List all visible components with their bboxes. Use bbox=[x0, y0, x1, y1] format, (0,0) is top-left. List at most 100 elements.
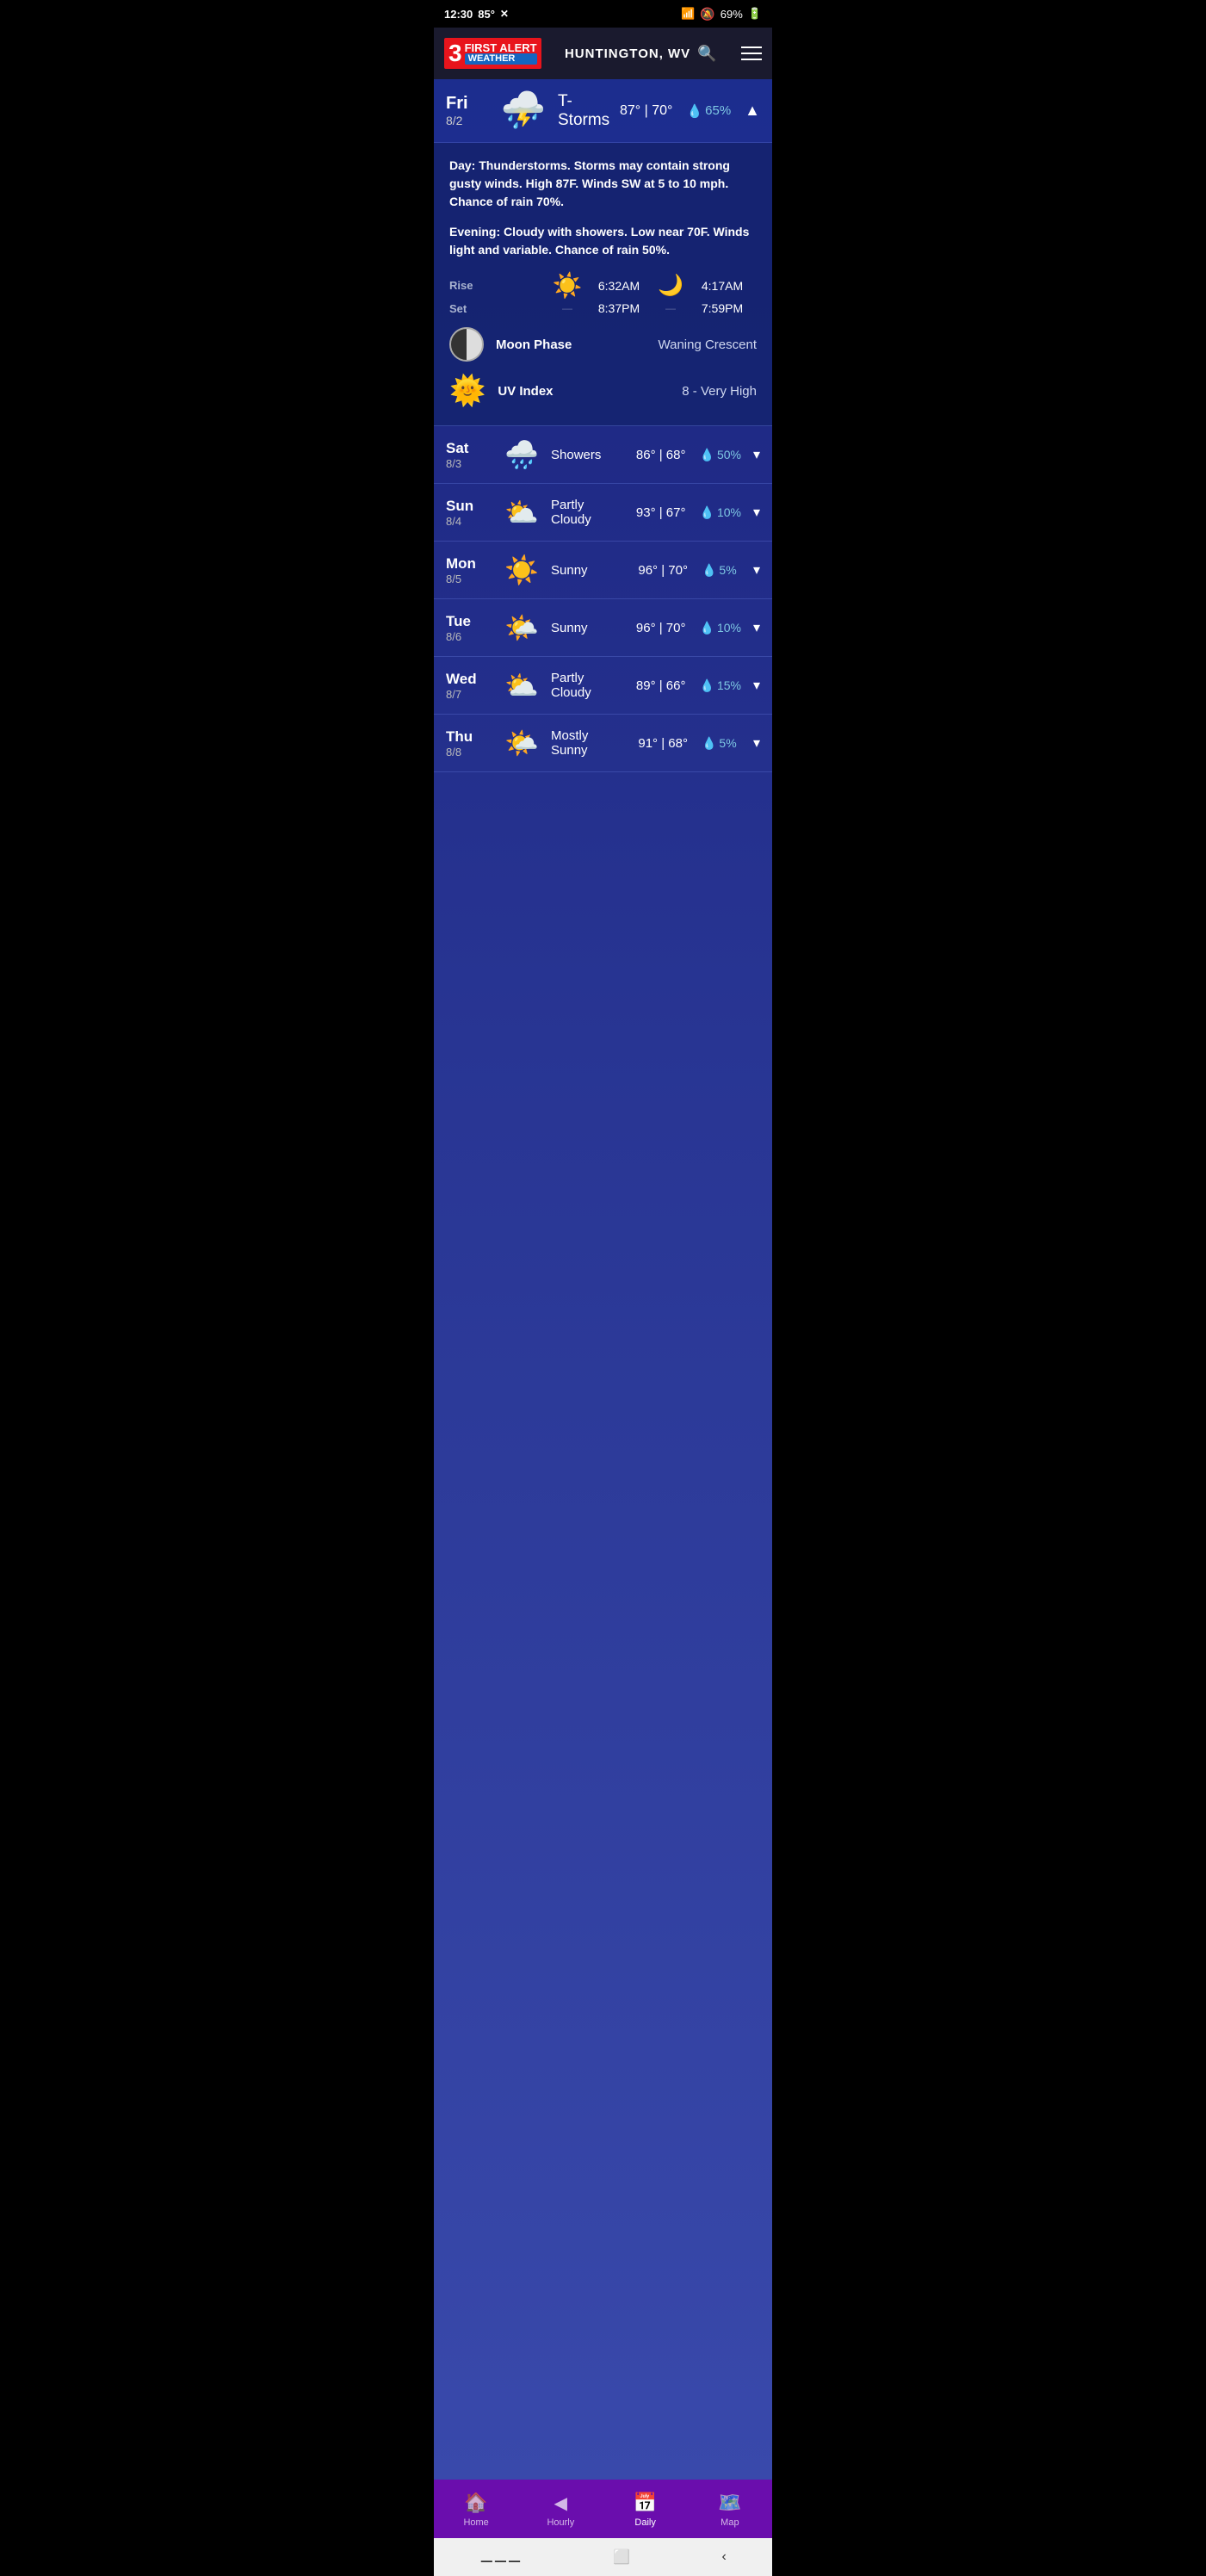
nav-daily[interactable]: 📅 Daily bbox=[620, 2492, 671, 2528]
uv-value: 8 - Very High bbox=[682, 384, 757, 399]
today-day-num: 8/2 bbox=[446, 114, 489, 127]
moon-phase-icon bbox=[449, 327, 484, 362]
fc-chevron-3[interactable]: ▾ bbox=[753, 619, 760, 636]
fc-day-name-3: Tue bbox=[446, 613, 492, 630]
search-icon[interactable]: 🔍 bbox=[697, 45, 717, 63]
fc-chevron-0[interactable]: ▾ bbox=[753, 446, 760, 463]
today-day-name: Fri bbox=[446, 94, 489, 114]
moon-phase-label: Moon Phase bbox=[496, 337, 646, 352]
fc-day-date-2: Mon 8/5 bbox=[446, 555, 492, 585]
drop-icon: 💧 bbox=[686, 103, 702, 119]
logo-text: FIRST ALERT WEATHER bbox=[465, 42, 537, 65]
moon-phase-row: Moon Phase Waning Crescent bbox=[449, 327, 757, 362]
hamburger-line-2 bbox=[741, 53, 762, 54]
fc-day-num-0: 8/3 bbox=[446, 457, 492, 470]
moon-icon: 🌙 bbox=[653, 273, 688, 298]
today-high: 87° bbox=[620, 103, 640, 118]
fc-day-num-2: 8/5 bbox=[446, 573, 492, 585]
fc-day-num-3: 8/6 bbox=[446, 630, 492, 643]
today-precip-pct: 65% bbox=[705, 103, 731, 118]
fc-day-num-5: 8/8 bbox=[446, 746, 492, 759]
forecast-row-1[interactable]: Sun 8/4 ⛅ Partly Cloudy 93° | 67° 💧 10% … bbox=[434, 484, 772, 542]
bottom-nav: 🏠 Home ◀ Hourly 📅 Daily 🗺️ Map bbox=[434, 2480, 772, 2538]
forecast-row-3[interactable]: Tue 8/6 🌤️ Sunny 96° | 70° 💧 10% ▾ bbox=[434, 599, 772, 657]
hamburger-line-3 bbox=[741, 59, 762, 60]
fc-icon-2: ☀️ bbox=[501, 554, 542, 586]
home-icon: 🏠 bbox=[464, 2492, 487, 2514]
today-precip: 💧 65% bbox=[686, 103, 731, 119]
android-home-icon[interactable]: ⬜ bbox=[613, 2548, 630, 2566]
fc-precip-pct-4: 15% bbox=[717, 678, 741, 692]
moonset-time: 7:59PM bbox=[688, 301, 757, 315]
main-content: Fri 8/2 ⛈️ T-Storms 87° | 70° 💧 65% ▲ Da… bbox=[434, 79, 772, 2480]
fc-precip-pct-2: 5% bbox=[719, 563, 736, 577]
android-nav-bar: ⚊⚊⚊ ⬜ ‹ bbox=[434, 2538, 772, 2576]
fc-day-date-0: Sat 8/3 bbox=[446, 440, 492, 470]
nav-hourly[interactable]: ◀ Hourly bbox=[535, 2492, 586, 2528]
today-forecast-row[interactable]: Fri 8/2 ⛈️ T-Storms 87° | 70° 💧 65% ▲ bbox=[434, 79, 772, 143]
drop-icon-0: 💧 bbox=[700, 448, 714, 462]
fc-icon-5: 🌤️ bbox=[501, 727, 542, 759]
forecast-row-4[interactable]: Wed 8/7 ⛅ Partly Cloudy 89° | 66° 💧 15% … bbox=[434, 657, 772, 715]
today-weather-icon: ⛈️ bbox=[498, 90, 549, 132]
hamburger-menu[interactable] bbox=[741, 46, 762, 60]
moon-line: — bbox=[653, 302, 688, 314]
map-label: Map bbox=[721, 2517, 739, 2528]
fc-day-date-5: Thu 8/8 bbox=[446, 728, 492, 759]
fc-day-date-4: Wed 8/7 bbox=[446, 671, 492, 701]
fc-precip-0: 💧 50% bbox=[700, 448, 741, 462]
battery-icon: 🔋 bbox=[748, 7, 762, 21]
fc-temp-4: 89° | 66° bbox=[636, 678, 686, 693]
fc-precip-pct-1: 10% bbox=[717, 505, 741, 519]
fc-icon-4: ⛅ bbox=[501, 669, 542, 702]
fc-chevron-5[interactable]: ▾ bbox=[753, 734, 760, 752]
day-detail-text: Day: Thunderstorms. Storms may contain s… bbox=[449, 157, 757, 211]
detail-panel: Day: Thunderstorms. Storms may contain s… bbox=[434, 143, 772, 426]
fc-chevron-1[interactable]: ▾ bbox=[753, 504, 760, 521]
fc-day-date-1: Sun 8/4 bbox=[446, 498, 492, 528]
fc-chevron-4[interactable]: ▾ bbox=[753, 677, 760, 694]
drop-icon-5: 💧 bbox=[702, 736, 716, 751]
forecast-row-0[interactable]: Sat 8/3 🌧️ Showers 86° | 68° 💧 50% ▾ bbox=[434, 426, 772, 484]
forecast-row-2[interactable]: Mon 8/5 ☀️ Sunny 96° | 70° 💧 5% ▾ bbox=[434, 542, 772, 599]
nav-map[interactable]: 🗺️ Map bbox=[704, 2492, 756, 2528]
today-chevron-up[interactable]: ▲ bbox=[745, 102, 760, 120]
evening-prefix: Evening: bbox=[449, 225, 500, 238]
android-back-icon[interactable]: ⚊⚊⚊ bbox=[479, 2548, 521, 2567]
fc-condition-4: Partly Cloudy bbox=[551, 671, 628, 700]
sun-icon: ☀️ bbox=[550, 271, 584, 300]
drop-icon-3: 💧 bbox=[700, 621, 714, 635]
no-sound-icon: 🔕 bbox=[700, 7, 714, 22]
fc-precip-pct-5: 5% bbox=[719, 736, 736, 750]
home-label: Home bbox=[463, 2517, 488, 2528]
today-temp-range: 87° | 70° bbox=[620, 103, 672, 119]
forecast-list: Sat 8/3 🌧️ Showers 86° | 68° 💧 50% ▾ Sun… bbox=[434, 426, 772, 772]
status-right: 📶 🔕 69% 🔋 bbox=[681, 7, 762, 22]
fc-day-name-1: Sun bbox=[446, 498, 492, 515]
location-label: HUNTINGTON, WV bbox=[565, 46, 690, 61]
fc-condition-0: Showers bbox=[551, 448, 628, 462]
fc-condition-5: Mostly Sunny bbox=[551, 728, 629, 758]
forecast-row-5[interactable]: Thu 8/8 🌤️ Mostly Sunny 91° | 68° 💧 5% ▾ bbox=[434, 715, 772, 772]
uv-sun-icon: 🌞 bbox=[449, 374, 485, 408]
fc-precip-3: 💧 10% bbox=[700, 621, 741, 635]
fc-day-name-4: Wed bbox=[446, 671, 492, 688]
fc-precip-pct-0: 50% bbox=[717, 448, 741, 461]
android-recent-icon[interactable]: ‹ bbox=[721, 2549, 726, 2565]
hamburger-line-1 bbox=[741, 46, 762, 48]
battery-pct: 69% bbox=[721, 8, 743, 21]
uv-row: 🌞 UV Index 8 - Very High bbox=[449, 374, 757, 408]
drop-icon-2: 💧 bbox=[702, 563, 716, 578]
uv-label: UV Index bbox=[498, 384, 670, 399]
fc-temp-3: 96° | 70° bbox=[636, 621, 686, 635]
fc-day-num-1: 8/4 bbox=[446, 515, 492, 528]
fc-icon-0: 🌧️ bbox=[501, 438, 542, 471]
fc-chevron-2[interactable]: ▾ bbox=[753, 561, 760, 579]
fc-day-date-3: Tue 8/6 bbox=[446, 613, 492, 643]
fc-day-num-4: 8/7 bbox=[446, 688, 492, 701]
rise-label: Rise bbox=[449, 279, 550, 292]
today-sep: | bbox=[645, 103, 652, 118]
today-condition: T-Storms bbox=[558, 92, 611, 130]
daily-icon: 📅 bbox=[634, 2492, 657, 2514]
nav-home[interactable]: 🏠 Home bbox=[450, 2492, 502, 2528]
